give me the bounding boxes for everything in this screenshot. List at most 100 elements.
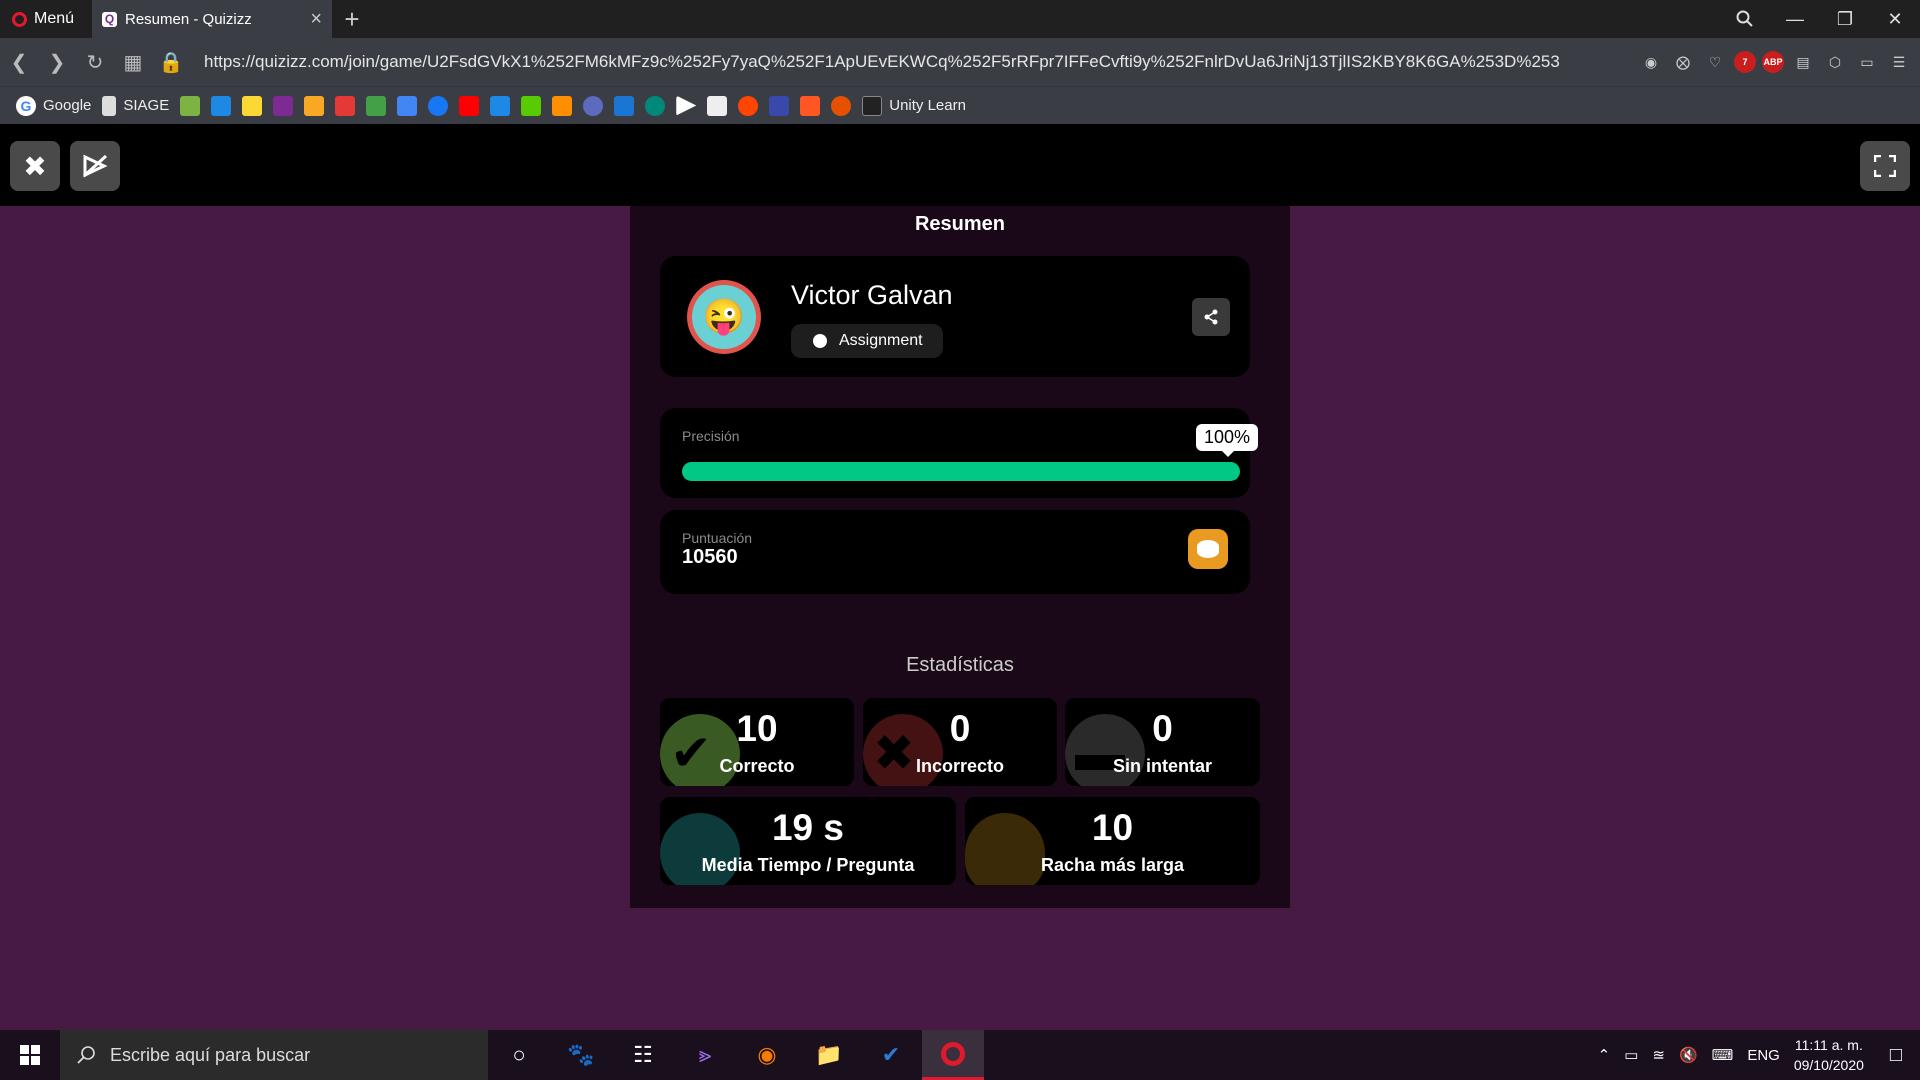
stat-avg-time-value: 19 s (771, 807, 844, 848)
bookmark-drive-icon[interactable] (366, 95, 387, 116)
cube-icon[interactable]: ⬡ (1822, 49, 1848, 75)
reload-icon[interactable]: ↻ (76, 38, 114, 86)
bookmark-gmail-icon[interactable] (335, 95, 356, 116)
language-indicator[interactable]: ENG (1747, 1047, 1780, 1064)
window-controls: — ❐ ✕ (1720, 0, 1920, 38)
taskbar-search[interactable]: Escribe aquí para buscar (60, 1030, 488, 1080)
close-icon[interactable]: ✖ (10, 141, 60, 191)
bookmark-label: SIAGE (123, 97, 170, 114)
mute-sound-icon[interactable] (70, 141, 120, 191)
bookmark-translate-icon[interactable] (397, 95, 418, 116)
wifi-icon[interactable]: ≊ (1652, 1046, 1665, 1064)
bookmark-duolingo-icon[interactable] (521, 95, 542, 116)
search-icon (77, 1046, 95, 1064)
stats-title: Estadísticas (906, 654, 1014, 676)
bookmark-play-icon[interactable] (676, 95, 697, 116)
cortana-icon[interactable]: ○ (488, 1030, 550, 1080)
coins-icon (1188, 529, 1228, 569)
browser-tab-bar: Menú Q Resumen - Quizizz × + — ❐ ✕ (0, 0, 1920, 38)
visual-studio-icon[interactable]: ⪢ (674, 1030, 736, 1080)
score-label: Puntuación (682, 530, 753, 546)
bookmark-youtube-icon[interactable] (459, 95, 480, 116)
keyboard-icon[interactable]: ⌨ (1712, 1046, 1734, 1064)
minimize-icon[interactable]: — (1770, 0, 1820, 38)
opera-taskbar-icon[interactable] (922, 1030, 984, 1080)
fullscreen-icon[interactable] (1860, 141, 1910, 191)
volume-muted-icon[interactable]: 🔇 (1679, 1046, 1698, 1064)
stat-streak-label: Racha más larga (1040, 855, 1185, 875)
accuracy-label: Precisión (682, 428, 740, 444)
url-field[interactable]: https://quizizz.com/join/game/U2FsdGVkX1… (204, 52, 1564, 72)
monster-avatar-icon: 😜 (692, 285, 756, 349)
browser-tab-active[interactable]: Q Resumen - Quizizz × (92, 0, 332, 38)
stat-correct-value: 10 (736, 708, 778, 749)
file-explorer-icon[interactable]: 📁 (798, 1030, 860, 1080)
stat-correct: ✔ 10 Correcto (660, 698, 854, 786)
bookmark-reddit-icon[interactable] (738, 95, 759, 116)
close-tab-icon[interactable]: × (310, 8, 322, 31)
search-tabs-icon[interactable] (1720, 0, 1770, 38)
easy-setup-icon[interactable]: ☰ (1886, 49, 1912, 75)
todo-icon[interactable]: ✔ (860, 1030, 922, 1080)
snapshot-icon[interactable]: ◉ (1638, 49, 1664, 75)
google-icon: G (16, 95, 36, 116)
share-button[interactable] (1192, 298, 1230, 336)
bookmark-grid-icon[interactable] (707, 95, 728, 116)
bookmark-unity-learn[interactable]: Unity Learn (862, 95, 966, 116)
forward-icon[interactable]: ❯ (38, 38, 76, 86)
battery-saver-icon[interactable]: ▭ (1854, 49, 1880, 75)
bookmark-facebook-icon[interactable] (428, 95, 449, 116)
share-icon (1204, 309, 1218, 325)
bookmark-onedrive-icon[interactable] (490, 95, 511, 116)
unity-icon (862, 95, 883, 116)
bookmark-minecraft-icon[interactable] (180, 95, 201, 116)
bookmark-siage[interactable]: SIAGE (102, 95, 170, 116)
bookmark-google[interactable]: G Google (16, 95, 91, 116)
stat-unattempted-value: 0 (1152, 708, 1173, 749)
bookmark-c-icon[interactable] (645, 95, 666, 116)
bookmark-classroom-icon[interactable] (242, 95, 263, 116)
menu-label: Menú (34, 10, 75, 27)
start-button[interactable] (0, 1030, 60, 1080)
notifications-icon[interactable]: □ (1890, 1044, 1902, 1067)
taskbar-app-library-icon[interactable]: ☷ (612, 1030, 674, 1080)
bookmark-blender-icon[interactable] (552, 95, 573, 116)
adblock-plus-icon[interactable]: ABP (1762, 51, 1784, 73)
back-icon[interactable]: ❮ (0, 38, 38, 86)
accuracy-tooltip: 100% (1195, 424, 1258, 457)
bookmark-quizizz-icon[interactable] (273, 95, 294, 116)
extension-icon[interactable]: ▤ (1790, 49, 1816, 75)
stat-avg-time: 19 s Media Tiempo / Pregunta (660, 797, 956, 885)
stat-unattempted-label: Sin intentar (1112, 756, 1212, 776)
quizizz-favicon-icon: Q (102, 11, 117, 27)
clock-date: 09/10/2020 (1793, 1057, 1864, 1073)
taskbar-app-disc-icon[interactable]: ◉ (736, 1030, 798, 1080)
search-placeholder: Escribe aquí para buscar (110, 1044, 311, 1065)
summary-panel: Resumen 😜 Victor Galvan Assignment Preci… (630, 206, 1290, 908)
battery-icon[interactable]: ▭ (1624, 1046, 1638, 1064)
address-bar: ❮ ❯ ↻ ▦ 🔒 https://quizizz.com/join/game/… (0, 38, 1920, 86)
new-tab-button[interactable]: + (332, 0, 372, 38)
restore-icon[interactable]: ❐ (1820, 0, 1870, 38)
bookmark-edu-icon[interactable] (304, 95, 325, 116)
bookmark-blogger-icon[interactable] (800, 95, 821, 116)
opera-menu-button[interactable]: Menú (0, 0, 92, 38)
heart-icon[interactable]: ♡ (1702, 49, 1728, 75)
score-card: Puntuación 10560 (660, 510, 1250, 594)
bookmark-swirl-icon[interactable] (831, 95, 852, 116)
player-name: Victor Galvan (791, 280, 953, 310)
tray-chevron-up-icon[interactable]: ⌃ (1598, 1046, 1611, 1064)
taskbar-app-gimp-icon[interactable]: 🐾 (550, 1030, 612, 1080)
bookmark-1-icon[interactable] (614, 95, 635, 116)
ublock-icon[interactable]: 7 (1734, 51, 1756, 73)
close-window-icon[interactable]: ✕ (1870, 0, 1920, 38)
bookmarks-bar: G Google SIAGE Unity Learn (0, 86, 1920, 124)
bookmark-steam-icon[interactable] (583, 95, 604, 116)
bookmark-cloud-icon[interactable] (211, 95, 232, 116)
clock[interactable]: 11:11 a. m. 09/10/2020 (1794, 1035, 1864, 1075)
bookmark-game-icon[interactable] (769, 95, 790, 116)
abp-label: ABP (1763, 57, 1783, 67)
score-value: 10560 (682, 546, 738, 568)
speed-dial-icon[interactable]: ▦ (114, 38, 152, 86)
adblock-shield-icon[interactable]: ⨂ (1670, 49, 1696, 75)
